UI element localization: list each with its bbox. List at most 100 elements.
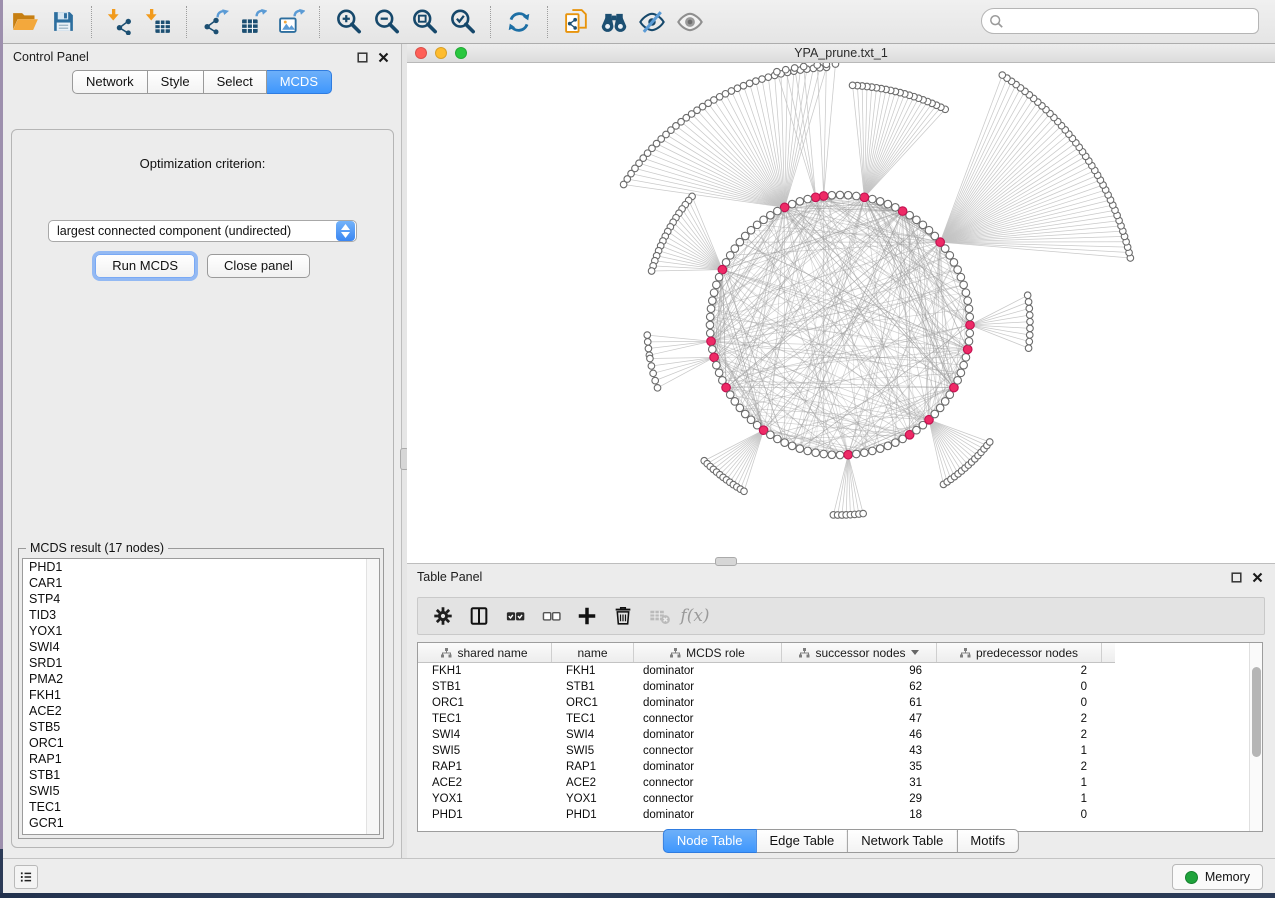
select-all-rows-button[interactable] bbox=[500, 601, 530, 631]
mcds-result-item[interactable]: STB1 bbox=[23, 767, 379, 783]
close-window-icon[interactable] bbox=[415, 47, 427, 59]
table-cell: 96 bbox=[782, 665, 937, 677]
mcds-result-item[interactable]: RAP1 bbox=[23, 751, 379, 767]
table-row[interactable]: SWI5SWI5connector431 bbox=[418, 743, 1262, 759]
deselect-all-rows-button[interactable] bbox=[536, 601, 566, 631]
table-row[interactable]: FKH1FKH1dominator962 bbox=[418, 663, 1262, 679]
table-cell: SWI4 bbox=[418, 729, 552, 741]
table-row[interactable]: SWI4SWI4dominator462 bbox=[418, 727, 1262, 743]
mcds-result-item[interactable]: TID3 bbox=[23, 607, 379, 623]
mcds-result-item[interactable]: SWI4 bbox=[23, 639, 379, 655]
mcds-result-item[interactable]: CAR1 bbox=[23, 575, 379, 591]
hide-selected-button[interactable] bbox=[633, 3, 671, 41]
tab-network[interactable]: Network bbox=[72, 70, 148, 94]
mcds-result-item[interactable]: STB5 bbox=[23, 719, 379, 735]
tab-network-table[interactable]: Network Table bbox=[848, 829, 957, 853]
minimize-window-icon[interactable] bbox=[435, 47, 447, 59]
run-mcds-button[interactable]: Run MCDS bbox=[95, 254, 195, 278]
table-row[interactable]: STB1STB1dominator620 bbox=[418, 679, 1262, 695]
refresh-layout-button[interactable] bbox=[500, 3, 538, 41]
table-cell: SWI4 bbox=[552, 729, 634, 741]
tab-style[interactable]: Style bbox=[148, 70, 204, 94]
show-columns-button[interactable] bbox=[464, 601, 494, 631]
open-session-button[interactable] bbox=[6, 3, 44, 41]
delete-table-button bbox=[644, 601, 674, 631]
network-canvas[interactable] bbox=[407, 63, 1275, 563]
open-folder-icon bbox=[12, 8, 39, 35]
automation-panel-button[interactable] bbox=[14, 865, 38, 889]
tab-node-table[interactable]: Node Table bbox=[663, 829, 757, 853]
search-input[interactable] bbox=[1008, 11, 1258, 31]
close-panel-icon[interactable] bbox=[375, 49, 391, 65]
export-network-button[interactable] bbox=[196, 3, 234, 41]
table-row[interactable]: ORC1ORC1dominator610 bbox=[418, 695, 1262, 711]
tab-motifs[interactable]: Motifs bbox=[957, 829, 1019, 853]
table-row[interactable]: YOX1YOX1connector291 bbox=[418, 791, 1262, 807]
toolbar-separator bbox=[490, 6, 491, 38]
add-column-button[interactable] bbox=[572, 601, 602, 631]
tab-mcds[interactable]: MCDS bbox=[267, 70, 332, 94]
tab-edge-table[interactable]: Edge Table bbox=[756, 829, 848, 853]
import-table-button[interactable] bbox=[139, 3, 177, 41]
table-cell: 62 bbox=[782, 681, 937, 693]
memory-button[interactable]: Memory bbox=[1172, 864, 1263, 890]
table-cell: STB1 bbox=[552, 681, 634, 693]
zoom-out-button[interactable] bbox=[367, 3, 405, 41]
clone-network-button[interactable] bbox=[557, 3, 595, 41]
sort-chevron-icon bbox=[911, 650, 919, 655]
close-panel-icon[interactable] bbox=[1249, 569, 1265, 585]
table-cell: 46 bbox=[782, 729, 937, 741]
tab-select[interactable]: Select bbox=[204, 70, 267, 94]
mcds-result-item[interactable]: SWI5 bbox=[23, 783, 379, 799]
column-header-successor-nodes[interactable]: successor nodes bbox=[782, 643, 937, 662]
mcds-result-item[interactable]: PHD1 bbox=[23, 559, 379, 575]
table-row[interactable]: RAP1RAP1dominator352 bbox=[418, 759, 1262, 775]
mcds-result-item[interactable]: SRD1 bbox=[23, 655, 379, 671]
mcds-result-item[interactable]: ACE2 bbox=[23, 703, 379, 719]
criterion-select[interactable]: largest connected component (undirected) bbox=[48, 220, 357, 242]
column-header-MCDS-role[interactable]: MCDS role bbox=[634, 643, 782, 662]
scrollbar-thumb[interactable] bbox=[1252, 667, 1261, 757]
import-network-button[interactable] bbox=[101, 3, 139, 41]
toolbar-separator bbox=[547, 6, 548, 38]
find-button[interactable] bbox=[595, 3, 633, 41]
network-window: YPA_prune.txt_1 bbox=[407, 44, 1275, 563]
column-header-shared-name[interactable]: shared name bbox=[418, 643, 552, 662]
column-header-name[interactable]: name bbox=[552, 643, 634, 662]
mcds-result-item[interactable]: STP4 bbox=[23, 591, 379, 607]
mcds-result-item[interactable]: TEC1 bbox=[23, 799, 379, 815]
function-builder-button: f(x) bbox=[680, 601, 710, 631]
zoom-selected-button[interactable] bbox=[443, 3, 481, 41]
mcds-result-item[interactable]: GCR1 bbox=[23, 815, 379, 831]
show-all-button[interactable] bbox=[671, 3, 709, 41]
export-table-button[interactable] bbox=[234, 3, 272, 41]
table-row[interactable]: ACE2ACE2connector311 bbox=[418, 775, 1262, 791]
mcds-result-item[interactable]: FKH1 bbox=[23, 687, 379, 703]
application-window: Control Panel NetworkStyleSelectMCDS Opt… bbox=[0, 0, 1275, 898]
table-cell: 47 bbox=[782, 713, 937, 725]
table-row[interactable]: TEC1TEC1connector472 bbox=[418, 711, 1262, 727]
table-cell: 1 bbox=[937, 793, 1102, 805]
export-image-button[interactable] bbox=[272, 3, 310, 41]
table-scrollbar[interactable] bbox=[1249, 643, 1262, 831]
optimization-criterion-label: Optimization criterion: bbox=[12, 156, 393, 171]
column-type-icon bbox=[960, 648, 971, 658]
save-session-button[interactable] bbox=[44, 3, 82, 41]
save-icon bbox=[51, 9, 76, 34]
column-header-predecessor-nodes[interactable]: predecessor nodes bbox=[937, 643, 1102, 662]
table-row[interactable]: PHD1PHD1dominator180 bbox=[418, 807, 1262, 823]
table-settings-button[interactable] bbox=[428, 601, 458, 631]
list-scrollbar[interactable] bbox=[366, 559, 379, 834]
zoom-in-button[interactable] bbox=[329, 3, 367, 41]
delete-column-button[interactable] bbox=[608, 601, 638, 631]
mcds-result-title: MCDS result (17 nodes) bbox=[26, 541, 168, 555]
mcds-result-item[interactable]: YOX1 bbox=[23, 623, 379, 639]
mcds-result-item[interactable]: ORC1 bbox=[23, 735, 379, 751]
float-panel-icon[interactable] bbox=[354, 49, 370, 65]
splitter-handle-icon[interactable] bbox=[715, 557, 737, 566]
maximize-window-icon[interactable] bbox=[455, 47, 467, 59]
close-panel-button[interactable]: Close panel bbox=[207, 254, 310, 278]
mcds-result-item[interactable]: PMA2 bbox=[23, 671, 379, 687]
float-panel-icon[interactable] bbox=[1228, 569, 1244, 585]
zoom-fit-button[interactable] bbox=[405, 3, 443, 41]
